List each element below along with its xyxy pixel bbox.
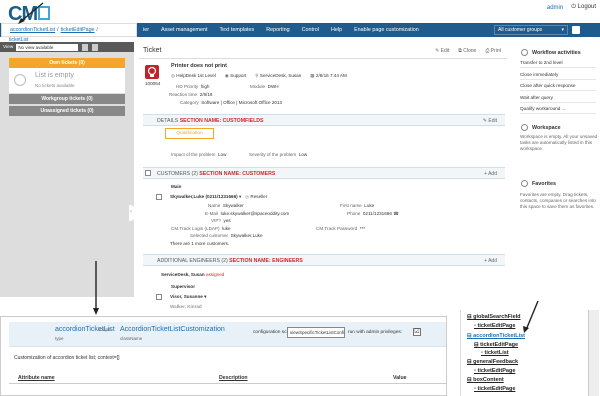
arrowhead-icon — [93, 308, 99, 315]
arrowhead-icon — [523, 326, 529, 333]
arrow-top — [19, 2, 44, 23]
arrow-tree — [525, 300, 539, 331]
annotation-arrows — [18, 2, 539, 333]
